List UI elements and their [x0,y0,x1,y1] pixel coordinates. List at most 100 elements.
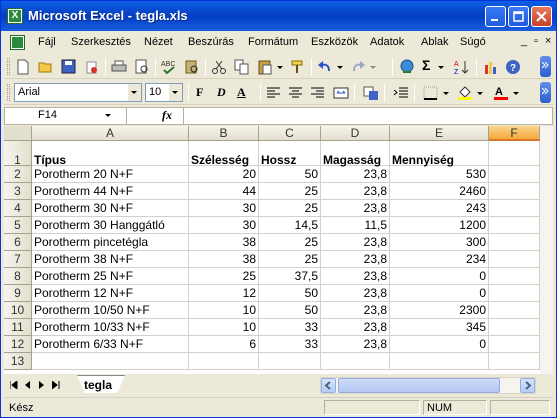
last-sheet-button[interactable] [50,379,62,391]
table-cell[interactable]: 23,8 [321,200,390,217]
vertical-scrollbar[interactable] [540,126,553,374]
italic-button[interactable]: D [217,85,226,100]
table-cell[interactable] [489,353,540,370]
redo-dropdown[interactable] [369,58,377,76]
autosum-button[interactable]: Σ [422,57,436,75]
font-name-select[interactable]: Arial [14,83,142,102]
redo-button[interactable] [349,58,367,76]
row-header[interactable]: 8 [4,268,32,285]
menu-window[interactable]: Ablak [421,36,449,48]
copy-button[interactable] [233,58,251,76]
table-cell[interactable]: 50 [259,166,321,183]
column-header-b[interactable]: B [189,126,259,141]
fill-color-dropdown[interactable] [476,84,484,102]
header-cell[interactable]: Hossz [259,141,321,167]
cut-button[interactable] [210,58,228,76]
table-cell[interactable]: 38 [189,251,259,268]
header-cell[interactable]: Szélesség [189,141,259,167]
table-cell[interactable] [489,217,540,234]
header-cell[interactable]: Típus [32,141,189,167]
merge-center-button[interactable] [332,84,350,102]
table-cell[interactable] [489,183,540,200]
table-cell[interactable]: 0 [390,336,489,353]
table-cell[interactable]: 23,8 [321,268,390,285]
doc-minimize-button[interactable]: _ [521,35,527,47]
formula-input[interactable] [183,108,551,124]
save-button[interactable] [60,58,78,76]
chevron-down-icon[interactable] [105,114,112,118]
column-header-a[interactable]: A [32,126,189,141]
toolbar-grip[interactable] [7,84,10,101]
table-cell[interactable]: 23,8 [321,166,390,183]
table-cell[interactable]: Porotherm 6/33 N+F [32,336,189,353]
table-cell[interactable]: 345 [390,319,489,336]
next-sheet-button[interactable] [36,379,48,391]
new-button[interactable] [14,58,32,76]
table-cell[interactable]: 10 [189,302,259,319]
bold-button[interactable]: F [196,85,203,100]
select-all-corner[interactable] [4,126,32,141]
paste-dropdown[interactable] [276,58,284,76]
table-cell[interactable] [489,285,540,302]
row-header[interactable]: 12 [4,336,32,353]
table-cell[interactable] [489,268,540,285]
table-cell[interactable] [189,353,259,370]
table-cell[interactable]: 300 [390,234,489,251]
table-cell[interactable]: Porotherm 30 N+F [32,200,189,217]
table-cell[interactable] [390,353,489,370]
permission-button[interactable] [83,58,101,76]
menu-view[interactable]: Nézet [144,36,173,48]
table-cell[interactable]: 10 [189,319,259,336]
row-header[interactable]: 13 [4,353,32,370]
table-cell[interactable] [489,319,540,336]
table-cell[interactable]: 12 [189,285,259,302]
header-cell[interactable]: Mennyiség [390,141,489,167]
doc-close-button[interactable]: × [545,35,551,47]
table-cell[interactable]: 2460 [390,183,489,200]
borders-button[interactable] [422,84,440,102]
column-header-f[interactable]: F [489,126,540,141]
translate-button[interactable] [362,84,380,102]
table-cell[interactable]: 30 [189,200,259,217]
menu-format[interactable]: Formátum [248,36,298,48]
insert-function-button[interactable]: fx [162,108,172,123]
help-button[interactable]: ? [504,58,522,76]
row-header[interactable]: 7 [4,251,32,268]
excel-app-icon[interactable]: X [7,8,23,24]
font-name-dropdown[interactable] [128,84,141,101]
table-cell[interactable] [32,353,189,370]
format-painter-button[interactable] [289,58,307,76]
table-cell[interactable]: 530 [390,166,489,183]
table-cell[interactable]: Porotherm 10/33 N+F [32,319,189,336]
table-cell[interactable]: 25 [259,183,321,200]
borders-dropdown[interactable] [442,84,450,102]
table-cell[interactable] [489,200,540,217]
undo-dropdown[interactable] [336,58,344,76]
table-cell[interactable]: 243 [390,200,489,217]
table-cell[interactable]: 23,8 [321,319,390,336]
undo-button[interactable] [316,58,334,76]
scroll-left-button[interactable] [321,378,336,393]
table-cell[interactable]: 25 [189,268,259,285]
row-header[interactable]: 11 [4,319,32,336]
table-cell[interactable]: 38 [189,234,259,251]
table-cell[interactable]: 23,8 [321,302,390,319]
paste-button[interactable] [256,58,274,76]
indent-button[interactable] [392,84,410,102]
open-button[interactable] [37,58,55,76]
menu-help[interactable]: Súgó [460,36,486,48]
header-cell[interactable]: Magasság [321,141,390,167]
table-cell[interactable] [489,251,540,268]
menu-insert[interactable]: Beszúrás [188,36,234,48]
table-cell[interactable]: Porotherm 20 N+F [32,166,189,183]
table-cell[interactable]: 0 [390,285,489,302]
table-cell[interactable] [489,302,540,319]
row-header[interactable]: 6 [4,234,32,251]
table-cell[interactable]: 25 [259,234,321,251]
sheet-tab-tegla[interactable]: tegla [77,375,125,393]
sort-ascending-button[interactable]: AZ [453,58,471,76]
table-cell[interactable]: 1200 [390,217,489,234]
row-header[interactable]: 4 [4,200,32,217]
chart-wizard-button[interactable] [482,58,500,76]
font-color-button[interactable]: A [492,84,510,102]
